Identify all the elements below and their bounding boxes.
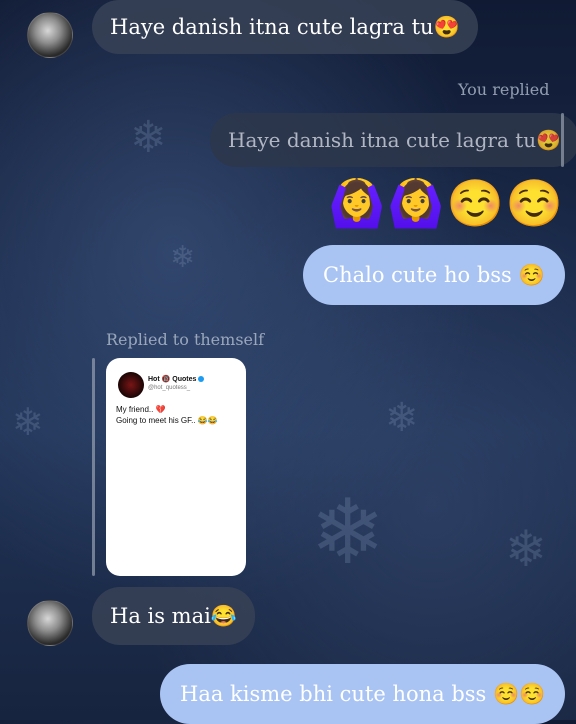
snowflake-icon: ❄ xyxy=(12,400,44,444)
emoji-message[interactable]: 🙆‍♀️🙆‍♀️☺️☺️ xyxy=(328,176,565,231)
snowflake-icon: ❄ xyxy=(170,240,196,275)
shared-post-card[interactable]: Hot 🔞 Quotes @hot_quotess_ My friend.. 💔… xyxy=(106,358,246,576)
snowflake-icon: ❄ xyxy=(385,395,419,441)
message-bubble-outgoing[interactable]: Haa kisme bhi cute hona bss ☺️☺️ xyxy=(160,664,566,724)
post-author-name: Hot 🔞 Quotes xyxy=(148,375,205,383)
snowflake-icon: ❄ xyxy=(310,480,386,585)
reply-indicator-bar xyxy=(92,358,95,576)
snowflake-icon: ❄ xyxy=(130,112,167,163)
avatar[interactable] xyxy=(27,600,73,646)
reply-label: You replied xyxy=(458,80,550,99)
message-bubble-incoming[interactable]: Haye danish itna cute lagra tu😍 xyxy=(92,0,478,54)
avatar[interactable] xyxy=(27,12,73,58)
message-bubble-outgoing[interactable]: Chalo cute ho bss ☺️ xyxy=(303,245,565,305)
post-author-avatar xyxy=(118,372,144,398)
snowflake-icon: ❄ xyxy=(505,520,547,578)
verified-icon xyxy=(198,376,205,383)
reply-indicator-bar xyxy=(561,113,564,167)
replied-message-quote[interactable]: Haye danish itna cute lagra tu😍 xyxy=(210,113,576,167)
replied-to-themself-label: Replied to themself xyxy=(106,330,265,349)
post-author-handle: @hot_quotess_ xyxy=(148,385,191,391)
message-bubble-incoming[interactable]: Ha is mai😂 xyxy=(92,587,255,645)
post-text: My friend.. 💔 Going to meet his GF.. 😂😂 xyxy=(116,405,218,425)
